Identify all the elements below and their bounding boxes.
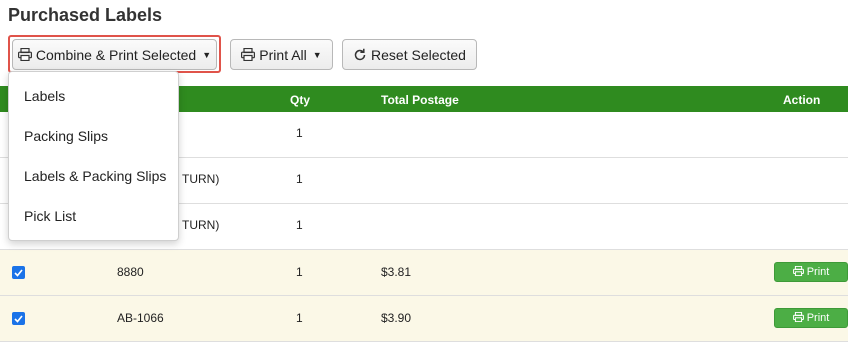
- combine-print-dropdown-menu: Labels Packing Slips Labels & Packing Sl…: [8, 71, 179, 241]
- column-header-total-postage: Total Postage: [381, 93, 459, 107]
- order-cell: AB-1066: [117, 311, 164, 325]
- print-all-label: Print All: [259, 46, 307, 63]
- print-all-button[interactable]: Print All ▼: [230, 39, 333, 70]
- row-checkbox[interactable]: [12, 312, 25, 325]
- column-header-action: Action: [783, 93, 821, 107]
- order-cell: TURN): [182, 218, 220, 232]
- total-postage-cell: $3.90: [381, 311, 412, 325]
- reset-icon: [353, 48, 367, 62]
- qty-cell: 1: [296, 126, 303, 140]
- menu-item-labels[interactable]: Labels: [9, 76, 178, 116]
- row-print-button[interactable]: Print: [774, 262, 848, 282]
- caret-down-icon: ▼: [312, 49, 322, 60]
- row-print-button[interactable]: Print: [774, 308, 848, 328]
- table-row: AB-1066 1 $3.90 Print: [0, 296, 848, 342]
- qty-cell: 1: [296, 265, 303, 279]
- qty-cell: 1: [296, 311, 303, 325]
- page-title: Purchased Labels: [8, 5, 163, 25]
- reset-selected-button[interactable]: Reset Selected: [342, 39, 477, 70]
- menu-item-packing-slips[interactable]: Packing Slips: [9, 116, 178, 156]
- reset-selected-label: Reset Selected: [371, 46, 466, 63]
- menu-item-pick-list[interactable]: Pick List: [9, 196, 178, 236]
- qty-cell: 1: [296, 172, 303, 186]
- printer-icon: [792, 265, 804, 279]
- order-cell: TURN): [182, 172, 220, 186]
- total-postage-cell: $3.81: [381, 265, 412, 279]
- check-icon: [14, 314, 23, 323]
- printer-icon: [17, 48, 32, 61]
- order-cell: 8880: [117, 265, 144, 279]
- combine-print-selected-button[interactable]: Combine & Print Selected ▼: [12, 39, 217, 70]
- row-checkbox[interactable]: [12, 266, 25, 279]
- table-row: 8880 1 $3.81 Print: [0, 250, 848, 296]
- row-print-label: Print: [806, 266, 830, 278]
- printer-icon: [241, 48, 256, 61]
- printer-icon: [792, 311, 804, 325]
- check-icon: [14, 268, 23, 277]
- column-header-qty: Qty: [290, 93, 311, 107]
- menu-item-labels-and-packing-slips[interactable]: Labels & Packing Slips: [9, 156, 178, 196]
- qty-cell: 1: [296, 218, 303, 232]
- caret-down-icon: ▼: [202, 49, 212, 60]
- row-print-label: Print: [806, 312, 830, 324]
- combine-print-selected-label: Combine & Print Selected: [35, 46, 197, 63]
